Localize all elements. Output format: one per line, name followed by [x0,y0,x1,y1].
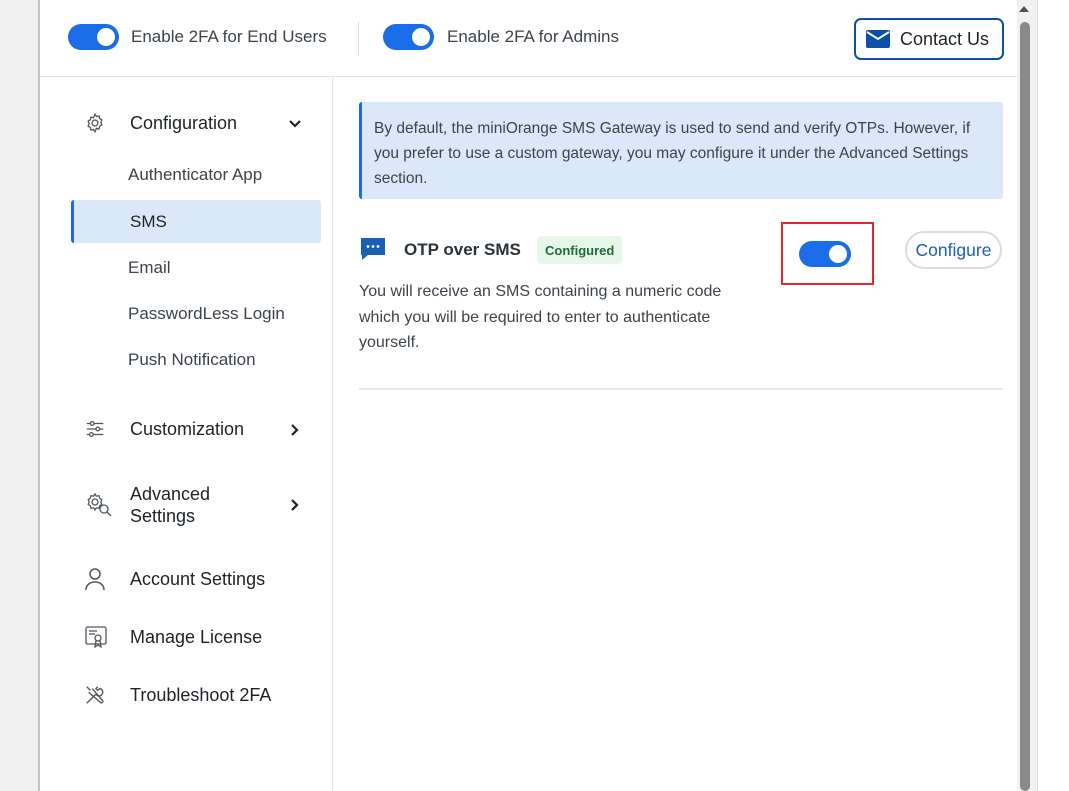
sidebar-item-advanced-settings[interactable]: Advanced Settings [84,483,210,527]
sidebar-item-label: Configuration [130,112,238,133]
chevron-right-icon[interactable] [287,422,303,438]
sidebar-item-configuration[interactable]: Configuration [84,111,237,135]
contact-us-label: Contact Us [900,28,990,49]
tools-icon [84,683,114,707]
sidebar-item-label: Troubleshoot 2FA [130,684,272,705]
scroll-up-arrow-icon[interactable] [1019,6,1029,12]
settings-panel: Enable 2FA for End Users Enable 2FA for … [38,0,1017,791]
sidebar-item-account-settings[interactable]: Account Settings [84,567,265,591]
sidebar-item-troubleshoot-2fa[interactable]: Troubleshoot 2FA [84,683,271,707]
sidebar-subitem-authenticator-app[interactable]: Authenticator App [128,165,262,185]
toggle-knob [97,28,115,46]
status-badge: Configured [537,236,623,264]
sidebar-subitem-passwordless-login[interactable]: PasswordLess Login [128,304,285,324]
sidebar-item-customization[interactable]: Customization [84,417,244,441]
sidebar-item-label: Advanced Settings [130,483,210,527]
sidebar-subitem-sms[interactable]: SMS [130,212,167,232]
advanced-label-line2: Settings [130,506,196,526]
chevron-right-icon[interactable] [287,497,303,513]
contact-us-button[interactable]: Contact Us [854,18,1004,60]
method-description: You will receive an SMS containing a num… [359,283,722,351]
divider [358,22,359,56]
sidebar: Configuration Authenticator App SMS Emai… [40,77,333,791]
sidebar-subitem-active-bg [71,200,321,243]
configure-button[interactable]: Configure [905,231,1002,269]
sidebar-subitem-email[interactable]: Email [128,258,171,278]
enable-2fa-admins-toggle[interactable] [383,24,434,50]
certificate-icon [84,625,114,649]
scrollbar-thumb[interactable] [1020,22,1030,791]
sms-chat-icon [359,235,387,263]
sidebar-item-label: Manage License [130,626,263,647]
enable-2fa-end-users-label: Enable 2FA for End Users [131,27,327,46]
enable-2fa-end-users-toggle[interactable] [68,24,119,50]
chevron-down-icon[interactable] [287,116,303,132]
sidebar-item-label: Customization [130,418,245,439]
sidebar-item-manage-license[interactable]: Manage License [84,625,262,649]
user-icon [84,567,114,591]
info-notice: By default, the miniOrange SMS Gateway i… [359,102,1003,199]
method-title: OTP over SMS [404,240,521,259]
top-bar: Enable 2FA for End Users Enable 2FA for … [40,0,1017,77]
advanced-label-line1: Advanced [130,484,211,504]
gear-icon [84,111,114,135]
gear-search-icon [84,492,114,517]
enable-2fa-admins-label: Enable 2FA for Admins [447,27,619,46]
toggle-knob [829,245,847,263]
otp-sms-enable-toggle[interactable] [799,241,851,267]
toggle-knob [412,28,430,46]
sidebar-item-label: Account Settings [130,568,266,589]
sidebar-subitem-push-notification[interactable]: Push Notification [128,350,256,370]
sliders-icon [84,417,114,441]
section-divider [359,388,1003,390]
mail-icon [866,30,890,48]
window-edge [1037,0,1069,791]
